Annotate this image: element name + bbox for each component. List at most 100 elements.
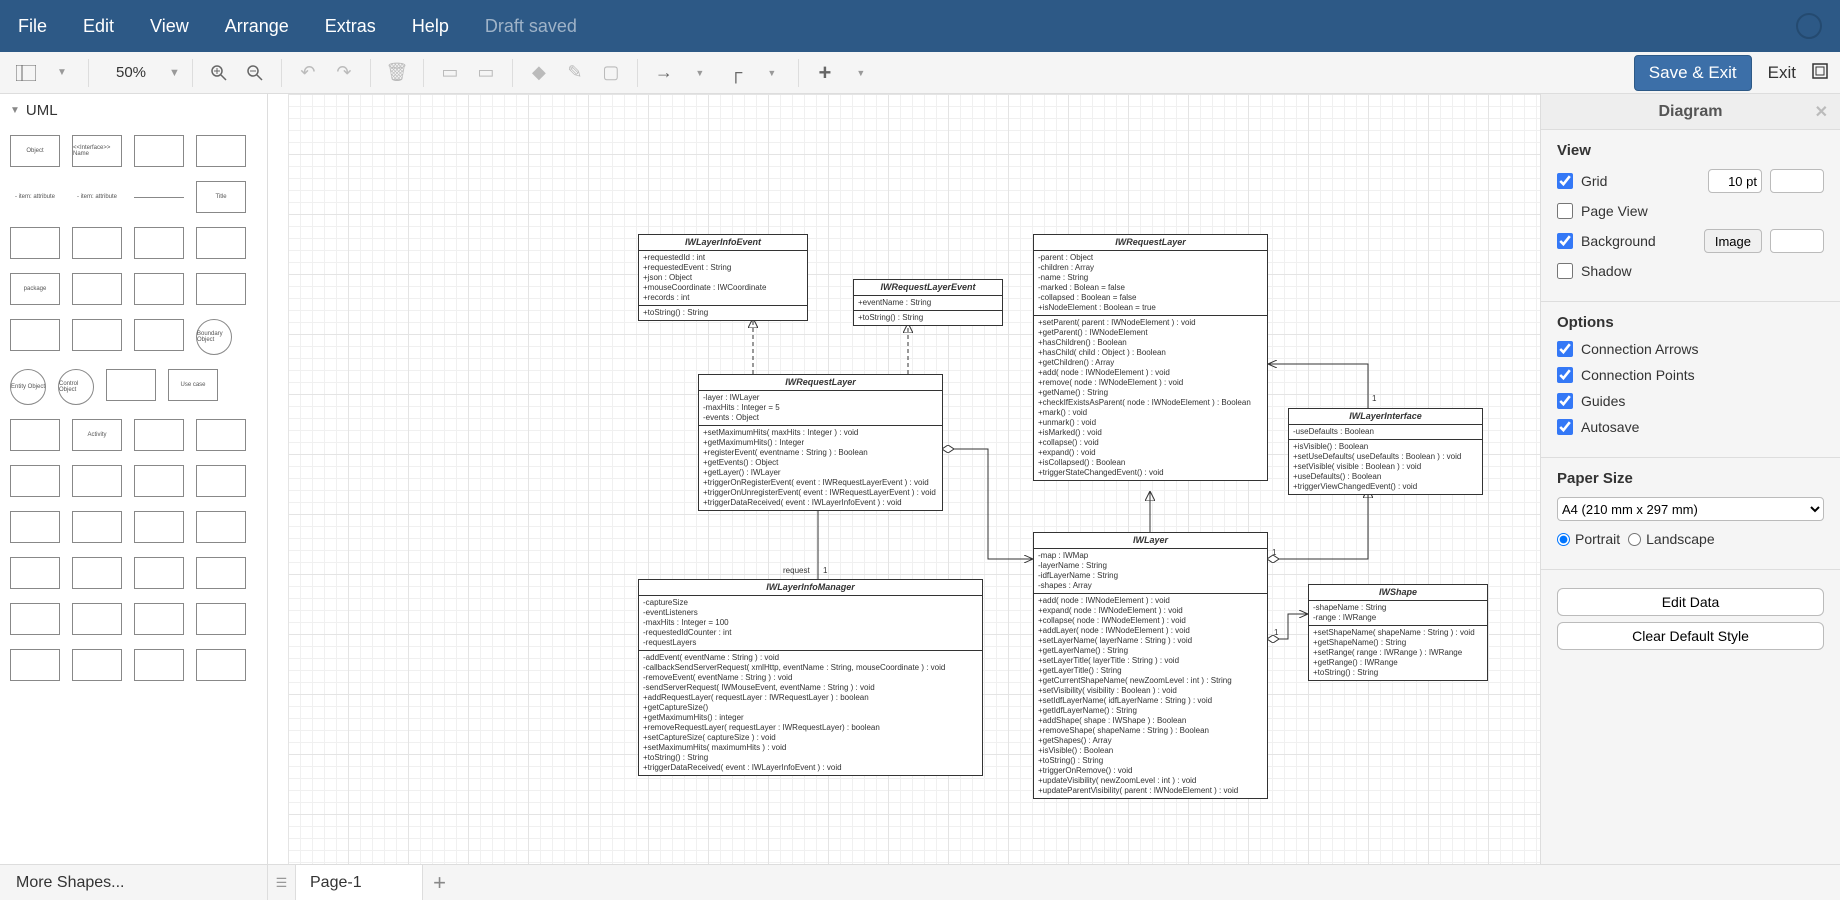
- shape-palette-item[interactable]: [134, 227, 184, 259]
- shape-palette-item[interactable]: Object: [10, 135, 60, 167]
- grid-color-swatch[interactable]: [1770, 169, 1824, 193]
- close-icon[interactable]: ✕: [1815, 102, 1828, 122]
- shape-palette-item[interactable]: [196, 227, 246, 259]
- more-shapes-button[interactable]: More Shapes...: [0, 865, 268, 900]
- shape-palette-item[interactable]: [134, 557, 184, 589]
- uml-class-IWRequestLayerEvent[interactable]: IWRequestLayerEvent+eventName : String+t…: [853, 279, 1003, 326]
- menu-view[interactable]: View: [150, 16, 189, 37]
- edit-data-button[interactable]: Edit Data: [1557, 588, 1824, 616]
- background-image-button[interactable]: Image: [1704, 229, 1762, 253]
- clear-style-button[interactable]: Clear Default Style: [1557, 622, 1824, 650]
- redo-icon[interactable]: ↷: [330, 59, 358, 87]
- uml-class-IWLayerInfoManager[interactable]: IWLayerInfoManager-captureSize -eventLis…: [638, 579, 983, 776]
- undo-icon[interactable]: ↶: [294, 59, 322, 87]
- shape-palette-item[interactable]: [72, 649, 122, 681]
- delete-icon[interactable]: 🗑: [383, 59, 411, 87]
- uml-class-IWRequestLayer_l[interactable]: IWRequestLayer-layer : IWLayer -maxHits …: [698, 374, 943, 511]
- add-icon[interactable]: +: [811, 59, 839, 87]
- conn-points-checkbox[interactable]: [1557, 367, 1573, 383]
- shape-palette-item[interactable]: [10, 511, 60, 543]
- shape-palette-item[interactable]: [134, 419, 184, 451]
- background-checkbox[interactable]: [1557, 233, 1573, 249]
- shape-palette-item[interactable]: [134, 273, 184, 305]
- shape-palette-item[interactable]: [196, 273, 246, 305]
- zoom-level[interactable]: 50%: [101, 64, 161, 81]
- papersize-select[interactable]: A4 (210 mm x 297 mm): [1557, 497, 1824, 521]
- shape-category-header[interactable]: ▼ UML: [0, 94, 267, 127]
- shape-palette-item[interactable]: [10, 419, 60, 451]
- uml-class-IWLayerInfoEvent[interactable]: IWLayerInfoEvent+requestedId : int +requ…: [638, 234, 808, 321]
- menu-arrange[interactable]: Arrange: [225, 16, 289, 37]
- shape-palette-item[interactable]: [196, 557, 246, 589]
- shape-palette-item[interactable]: [134, 465, 184, 497]
- background-color-swatch[interactable]: [1770, 229, 1824, 253]
- waypoint-icon[interactable]: ┌: [722, 59, 750, 87]
- shape-palette-item[interactable]: Title: [196, 181, 246, 213]
- uml-class-IWShape[interactable]: IWShape-shapeName : String -range : IWRa…: [1308, 584, 1488, 681]
- page-outline-icon[interactable]: ☰: [268, 865, 296, 900]
- shape-palette-item[interactable]: [134, 319, 184, 351]
- shape-palette-item[interactable]: - item: attribute: [72, 181, 122, 213]
- shape-palette-item[interactable]: <<Interface>> Name: [72, 135, 122, 167]
- shape-palette-item[interactable]: [106, 369, 156, 401]
- shape-palette-item[interactable]: Boundary Object: [196, 319, 232, 355]
- shape-palette-item[interactable]: Entity Object: [10, 369, 46, 405]
- conn-arrows-checkbox[interactable]: [1557, 341, 1573, 357]
- landscape-radio[interactable]: Landscape: [1628, 531, 1715, 547]
- uml-class-IWLayerInterface[interactable]: IWLayerInterface-useDefaults : Boolean+i…: [1288, 408, 1483, 495]
- shape-palette-item[interactable]: [10, 465, 60, 497]
- line-icon[interactable]: ✎: [561, 59, 589, 87]
- page-tab-1[interactable]: Page-1: [296, 865, 423, 900]
- canvas-area[interactable]: request 1 1 1 1 IWLayerInfoEvent+request…: [268, 94, 1540, 864]
- guides-checkbox[interactable]: [1557, 393, 1573, 409]
- menu-file[interactable]: File: [18, 16, 47, 37]
- shape-palette-item[interactable]: [72, 557, 122, 589]
- zoom-in-icon[interactable]: [205, 59, 233, 87]
- shape-palette-item[interactable]: [196, 603, 246, 635]
- shape-palette-item[interactable]: [196, 419, 246, 451]
- fullscreen-icon[interactable]: [1812, 63, 1828, 82]
- to-front-icon[interactable]: ▭: [436, 59, 464, 87]
- shape-palette-item[interactable]: [10, 319, 60, 351]
- menu-edit[interactable]: Edit: [83, 16, 114, 37]
- exit-button[interactable]: Exit: [1768, 63, 1796, 83]
- uml-class-IWRequestLayer_r[interactable]: IWRequestLayer-parent : Object -children…: [1033, 234, 1268, 481]
- shape-palette-item[interactable]: [10, 227, 60, 259]
- shape-palette-item[interactable]: [134, 135, 184, 167]
- shape-palette-item[interactable]: [196, 649, 246, 681]
- autosave-checkbox[interactable]: [1557, 419, 1573, 435]
- wp-caret-icon[interactable]: ▼: [758, 59, 786, 87]
- shape-palette-item[interactable]: [72, 273, 122, 305]
- shape-palette-item[interactable]: [72, 319, 122, 351]
- add-caret-icon[interactable]: ▼: [847, 59, 875, 87]
- shape-palette-item[interactable]: [10, 649, 60, 681]
- save-exit-button[interactable]: Save & Exit: [1634, 55, 1752, 91]
- shape-palette-item[interactable]: Activity: [72, 419, 122, 451]
- shape-palette-item[interactable]: [72, 511, 122, 543]
- to-back-icon[interactable]: ▭: [472, 59, 500, 87]
- shape-palette-item[interactable]: [134, 511, 184, 543]
- menu-extras[interactable]: Extras: [325, 16, 376, 37]
- pageview-checkbox[interactable]: [1557, 203, 1573, 219]
- shape-palette-item[interactable]: [134, 197, 184, 198]
- sidebar-toggle-icon[interactable]: [12, 59, 40, 87]
- fill-icon[interactable]: ◆: [525, 59, 553, 87]
- grid-size-input[interactable]: [1708, 169, 1762, 193]
- shape-palette-item[interactable]: [10, 603, 60, 635]
- shape-palette-item[interactable]: [196, 465, 246, 497]
- add-page-button[interactable]: +: [423, 865, 457, 900]
- grid-checkbox[interactable]: [1557, 173, 1573, 189]
- shape-palette-item[interactable]: [196, 511, 246, 543]
- shape-palette-item[interactable]: [72, 227, 122, 259]
- shape-palette-item[interactable]: - item: attribute: [10, 181, 60, 213]
- shape-palette-item[interactable]: [72, 603, 122, 635]
- conn-caret-icon[interactable]: ▼: [686, 59, 714, 87]
- shape-palette-item[interactable]: [134, 603, 184, 635]
- uml-class-IWLayer[interactable]: IWLayer-map : IWMap -layerName : String …: [1033, 532, 1268, 799]
- shape-palette-item[interactable]: [134, 649, 184, 681]
- shadow-icon[interactable]: ▢: [597, 59, 625, 87]
- connection-icon[interactable]: →: [650, 59, 678, 87]
- shape-palette-item[interactable]: [72, 465, 122, 497]
- shape-palette-item[interactable]: Use case: [168, 369, 218, 401]
- zoom-caret-icon[interactable]: ▼: [169, 67, 180, 79]
